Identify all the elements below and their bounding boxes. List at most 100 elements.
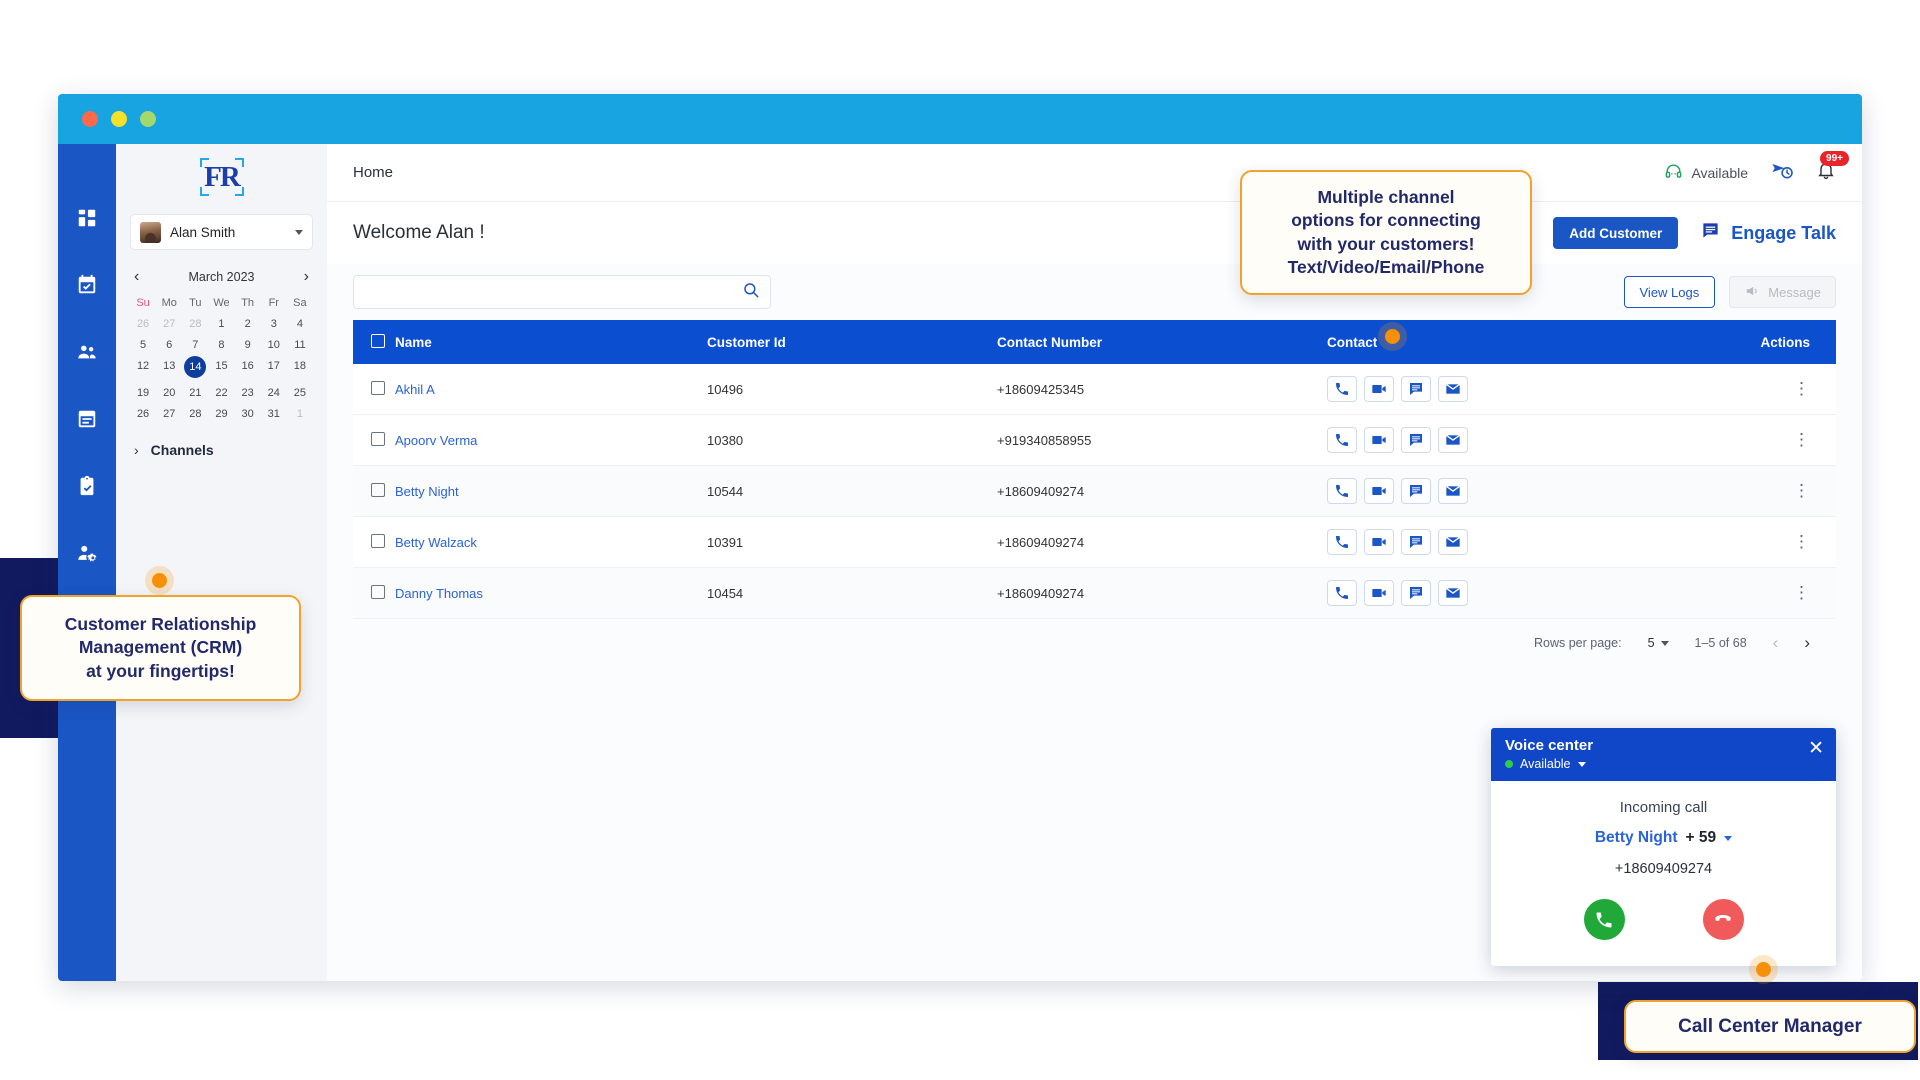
phone-icon[interactable] <box>1327 376 1357 402</box>
email-icon[interactable] <box>1438 427 1468 453</box>
row-menu-button[interactable]: ⋮ <box>1793 481 1810 500</box>
video-icon[interactable] <box>1364 478 1394 504</box>
column-header-name[interactable]: Name <box>395 335 707 350</box>
close-icon[interactable]: ✕ <box>1808 739 1824 758</box>
table-row[interactable]: Betty Night 10544 +18609409274 ⋮ <box>353 466 1836 517</box>
row-menu-button[interactable]: ⋮ <box>1793 583 1810 602</box>
calendar-day[interactable]: 5 <box>130 339 156 351</box>
decline-call-button[interactable] <box>1702 899 1744 940</box>
notifications-bell[interactable]: 99+ <box>1816 150 1849 186</box>
calendar-day[interactable]: 1 <box>287 408 313 420</box>
customer-name-link[interactable]: Apoorv Verma <box>395 433 477 448</box>
calendar-day[interactable]: 8 <box>208 339 234 351</box>
calendar-next-button[interactable]: › <box>304 269 309 285</box>
calendar-day[interactable]: 13 <box>156 360 182 378</box>
pagination-prev-button[interactable]: ‹ <box>1773 633 1779 653</box>
calendar-day[interactable]: 4 <box>287 318 313 330</box>
calendar-day[interactable]: 20 <box>156 387 182 399</box>
table-row[interactable]: Akhil A 10496 +18609425345 ⋮ <box>353 364 1836 415</box>
minimize-window-dot[interactable] <box>111 111 127 127</box>
row-checkbox[interactable] <box>371 380 385 395</box>
search-box[interactable] <box>353 275 771 309</box>
chevron-down-icon[interactable] <box>295 229 303 235</box>
phone-icon[interactable] <box>1327 529 1357 555</box>
row-menu-button[interactable]: ⋮ <box>1793 532 1810 551</box>
calendar-day[interactable]: 7 <box>182 339 208 351</box>
add-customer-button[interactable]: Add Customer <box>1553 217 1679 249</box>
table-row[interactable]: Betty Walzack 10391 +18609409274 ⋮ <box>353 517 1836 568</box>
column-header-customer-id[interactable]: Customer Id <box>707 335 997 350</box>
calendar-day[interactable]: 28 <box>182 318 208 330</box>
phone-icon[interactable] <box>1327 580 1357 606</box>
calendar-day[interactable]: 28 <box>182 408 208 420</box>
calendar-day[interactable]: 11 <box>287 339 313 351</box>
calendar-day[interactable]: 3 <box>261 318 287 330</box>
phone-icon[interactable] <box>1327 478 1357 504</box>
row-checkbox[interactable] <box>371 482 385 497</box>
email-icon[interactable] <box>1438 580 1468 606</box>
close-window-dot[interactable] <box>82 111 98 127</box>
calendar-day[interactable]: 12 <box>130 360 156 378</box>
customer-name-link[interactable]: Betty Walzack <box>395 535 477 550</box>
row-menu-button[interactable]: ⋮ <box>1793 430 1810 449</box>
row-checkbox[interactable] <box>371 584 385 599</box>
calendar-day[interactable]: 19 <box>130 387 156 399</box>
calendar-prev-button[interactable]: ‹ <box>134 269 139 285</box>
calendar-day[interactable]: 1 <box>208 318 234 330</box>
row-checkbox[interactable] <box>371 431 385 446</box>
row-checkbox[interactable] <box>371 533 385 548</box>
calendar-days-grid[interactable]: 26 27 28 1 2 3 4 5 6 7 8 9 10 11 12 13 14 15 16 17 18 19 20 21 2… <box>130 318 313 420</box>
calendar-day[interactable]: 14 <box>182 356 208 378</box>
calendar-check-icon[interactable] <box>75 273 99 297</box>
calendar-day[interactable]: 2 <box>235 318 261 330</box>
caller-info[interactable]: Betty Night + 59 <box>1491 829 1836 847</box>
calendar-icon[interactable] <box>75 407 99 431</box>
search-input[interactable] <box>364 284 742 300</box>
email-icon[interactable] <box>1438 529 1468 555</box>
calendar-day[interactable]: 17 <box>261 360 287 378</box>
calendar-day[interactable]: 18 <box>287 360 313 378</box>
video-icon[interactable] <box>1364 580 1394 606</box>
calendar-day[interactable]: 16 <box>235 360 261 378</box>
calendar-day[interactable]: 10 <box>261 339 287 351</box>
chat-icon[interactable] <box>1401 529 1431 555</box>
calendar-day[interactable]: 21 <box>182 387 208 399</box>
email-icon[interactable] <box>1438 376 1468 402</box>
rows-per-page-select[interactable]: 5 <box>1648 636 1669 650</box>
calendar-day[interactable]: 24 <box>261 387 287 399</box>
send-clock-icon[interactable] <box>1770 159 1794 186</box>
calendar-day[interactable]: 27 <box>156 408 182 420</box>
table-row[interactable]: Danny Thomas 10454 +18609409274 ⋮ <box>353 568 1836 619</box>
user-selector[interactable]: Alan Smith <box>130 214 313 250</box>
video-icon[interactable] <box>1364 529 1394 555</box>
calendar-day[interactable]: 27 <box>156 318 182 330</box>
phone-icon[interactable] <box>1327 427 1357 453</box>
voice-center-status[interactable]: Available <box>1505 757 1822 771</box>
chat-icon[interactable] <box>1401 427 1431 453</box>
maximize-window-dot[interactable] <box>140 111 156 127</box>
chevron-down-icon[interactable] <box>1577 761 1586 767</box>
email-icon[interactable] <box>1438 478 1468 504</box>
column-header-contact-number[interactable]: Contact Number <box>997 335 1327 350</box>
channels-section-toggle[interactable]: › Channels <box>130 442 313 458</box>
customer-name-link[interactable]: Danny Thomas <box>395 586 483 601</box>
calendar-day[interactable]: 15 <box>208 360 234 378</box>
view-logs-button[interactable]: View Logs <box>1623 276 1716 308</box>
pagination-next-button[interactable]: › <box>1804 633 1810 653</box>
calendar-day[interactable]: 6 <box>156 339 182 351</box>
people-icon[interactable] <box>75 340 99 364</box>
customer-name-link[interactable]: Akhil A <box>395 382 435 397</box>
chat-icon[interactable] <box>1401 580 1431 606</box>
table-row[interactable]: Apoorv Verma 10380 +919340858955 ⋮ <box>353 415 1836 466</box>
row-menu-button[interactable]: ⋮ <box>1793 379 1810 398</box>
chevron-down-icon[interactable] <box>1724 835 1733 841</box>
calendar-day-selected[interactable]: 14 <box>184 356 207 378</box>
search-icon[interactable] <box>742 281 760 304</box>
calendar-day[interactable]: 22 <box>208 387 234 399</box>
user-settings-icon[interactable] <box>75 541 99 565</box>
video-icon[interactable] <box>1364 376 1394 402</box>
calendar-day[interactable]: 29 <box>208 408 234 420</box>
calendar-day[interactable]: 23 <box>235 387 261 399</box>
chat-icon[interactable] <box>1401 478 1431 504</box>
calendar-day[interactable]: 9 <box>235 339 261 351</box>
